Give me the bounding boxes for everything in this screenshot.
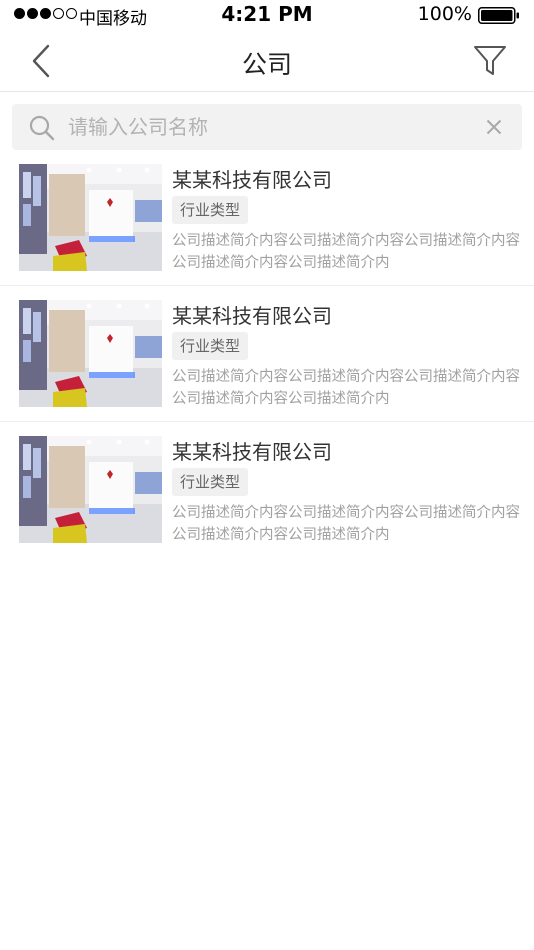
company-photo <box>19 300 162 407</box>
search-icon <box>29 115 55 141</box>
company-description: 公司描述简介内容公司描述简介内容公司描述简介内容公司描述简介内容公司描述简介内 <box>172 233 520 271</box>
page-title: 公司 <box>241 50 292 79</box>
company-name: 某某科技有限公司 <box>172 168 332 192</box>
status-bar: 中国移动 4:21 PM 100% <box>0 0 534 30</box>
company-name: 某某科技有限公司 <box>172 440 332 464</box>
company-photo <box>19 164 162 271</box>
company-photo <box>19 436 162 543</box>
industry-tag: 行业类型 <box>172 196 249 224</box>
company-description: 公司描述简介内容公司描述简介内容公司描述简介内容公司描述简介内容公司描述简介内 <box>172 369 520 407</box>
company-name: 某某科技有限公司 <box>172 304 332 328</box>
navigation-bar: 公司 <box>0 30 534 92</box>
filter-icon[interactable] <box>472 42 508 78</box>
company-list-item[interactable]: 某某科技有限公司 行业类型 公司描述简介内容公司描述简介内容公司描述简介内容公司… <box>0 150 534 286</box>
battery-icon <box>478 7 519 24</box>
industry-tag: 行业类型 <box>172 468 249 496</box>
company-list-item[interactable]: 某某科技有限公司 行业类型 公司描述简介内容公司描述简介内容公司描述简介内容公司… <box>0 286 534 422</box>
company-description: 公司描述简介内容公司描述简介内容公司描述简介内容公司描述简介内容公司描述简介内 <box>172 505 520 543</box>
search-bar <box>12 104 522 150</box>
close-icon[interactable] <box>486 119 502 135</box>
search-input[interactable] <box>68 104 468 150</box>
company-list-item[interactable]: 某某科技有限公司 行业类型 公司描述简介内容公司描述简介内容公司描述简介内容公司… <box>0 422 534 558</box>
company-list: 某某科技有限公司 行业类型 公司描述简介内容公司描述简介内容公司描述简介内容公司… <box>0 150 534 558</box>
battery-percent: 100% <box>417 3 472 25</box>
industry-tag: 行业类型 <box>172 332 249 360</box>
